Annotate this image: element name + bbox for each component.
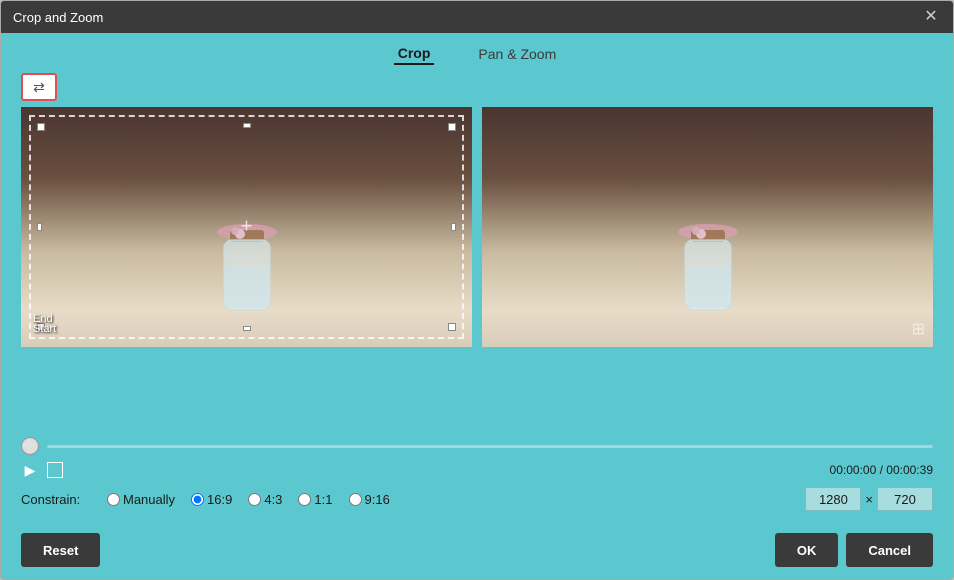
controls-area: ▶ 00:00:00 / 00:00:39 Constrain: Manuall… (1, 427, 953, 525)
size-x-separator: × (865, 492, 873, 507)
radio-4-3-input[interactable] (248, 493, 261, 506)
preview-corner-icon: ⊞ (912, 319, 925, 339)
reset-button[interactable]: Reset (21, 533, 100, 567)
close-button[interactable]: ✕ (921, 7, 941, 27)
time-current: 00:00:00 (830, 463, 877, 477)
radio-16-9-label[interactable]: 16:9 (207, 492, 232, 507)
constrain-label: Constrain: (21, 492, 91, 507)
ok-button[interactable]: OK (775, 533, 839, 567)
radio-1-1-input[interactable] (298, 493, 311, 506)
width-input[interactable] (805, 487, 861, 511)
time-total: 00:00:39 (886, 463, 933, 477)
images-row: + End Start ⊞ (1, 107, 953, 427)
source-image-panel: + End Start (21, 107, 472, 347)
playback-controls: ▶ (21, 461, 63, 479)
height-input[interactable] (877, 487, 933, 511)
start-label: Start (33, 323, 56, 335)
footer-row: Reset OK Cancel (1, 525, 953, 579)
constrain-row: Constrain: Manually 16:9 4:3 1:1 9:16 (21, 487, 933, 511)
radio-4-3-label[interactable]: 4:3 (264, 492, 282, 507)
playback-row: ▶ 00:00:00 / 00:00:39 (21, 461, 933, 479)
radio-manually-label[interactable]: Manually (123, 492, 175, 507)
flip-button[interactable]: ⇄ (21, 73, 57, 101)
timeline-slider-row (21, 437, 933, 455)
footer-right-buttons: OK Cancel (775, 533, 933, 567)
flip-icon: ⇄ (33, 79, 45, 96)
crop-and-zoom-dialog: Crop and Zoom ✕ Crop Pan & Zoom ⇄ (0, 0, 954, 580)
preview-image-panel: ⊞ (482, 107, 933, 347)
dialog-title: Crop and Zoom (13, 10, 103, 25)
image-toolbar: ⇄ (1, 73, 953, 107)
size-inputs: × (805, 487, 933, 511)
title-bar: Crop and Zoom ✕ (1, 1, 953, 33)
radio-9-16: 9:16 (349, 492, 390, 507)
tab-pan-zoom[interactable]: Pan & Zoom (474, 44, 560, 64)
radio-1-1: 1:1 (298, 492, 332, 507)
stop-button[interactable] (47, 462, 63, 478)
radio-9-16-label[interactable]: 9:16 (365, 492, 390, 507)
radio-manually-input[interactable] (107, 493, 120, 506)
jar-illustration-right (663, 212, 753, 332)
radio-16-9-input[interactable] (191, 493, 204, 506)
jar-illustration-left (202, 212, 292, 332)
radio-16-9: 16:9 (191, 492, 232, 507)
radio-4-3: 4:3 (248, 492, 282, 507)
slider-thumb[interactable] (21, 437, 39, 455)
time-display: 00:00:00 / 00:00:39 (830, 463, 933, 477)
radio-manually: Manually (107, 492, 175, 507)
play-button[interactable]: ▶ (21, 461, 39, 479)
tab-crop[interactable]: Crop (394, 43, 435, 65)
tab-bar: Crop Pan & Zoom (1, 33, 953, 73)
cancel-button[interactable]: Cancel (846, 533, 933, 567)
radio-1-1-label[interactable]: 1:1 (314, 492, 332, 507)
radio-9-16-input[interactable] (349, 493, 362, 506)
slider-track[interactable] (47, 445, 933, 448)
